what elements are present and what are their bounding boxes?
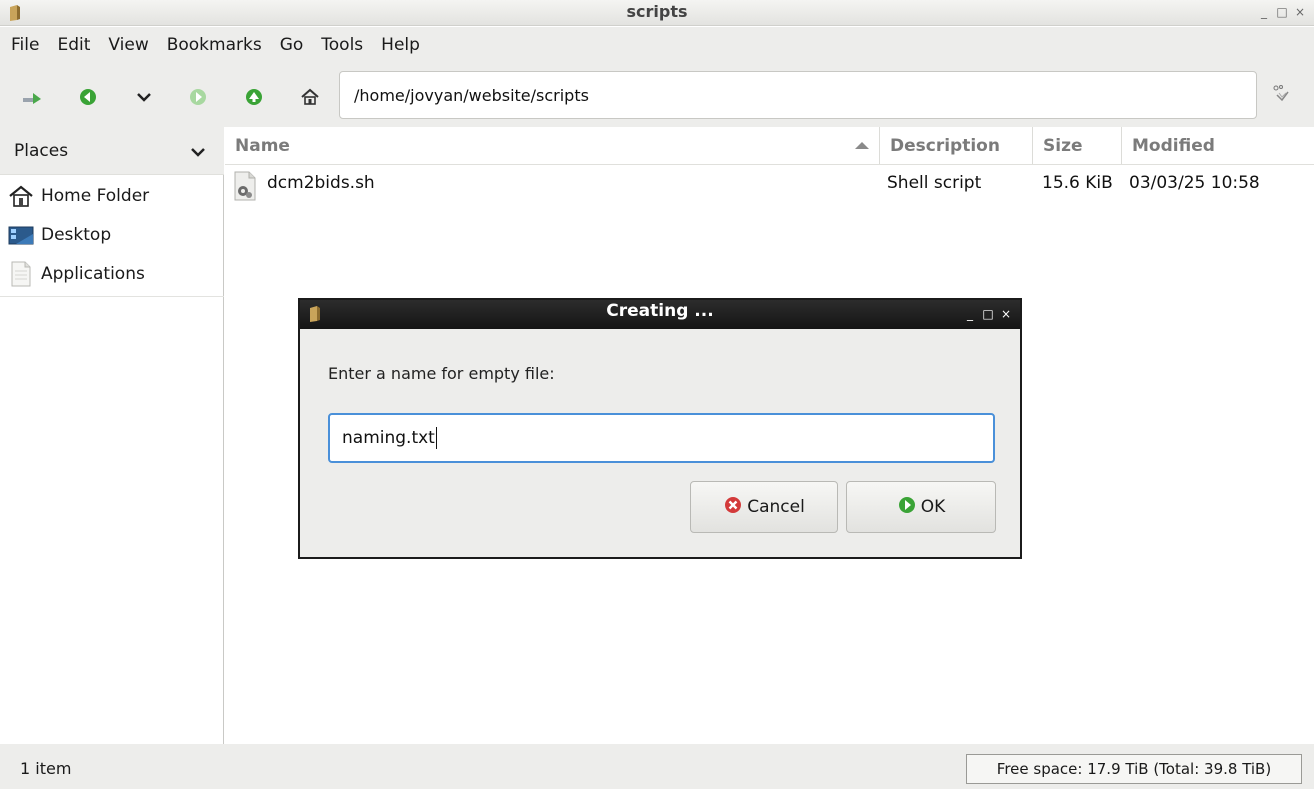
new-tab-icon[interactable] bbox=[20, 85, 44, 109]
create-file-dialog: Creating ... _ □ × Enter a name for empt… bbox=[298, 298, 1022, 559]
menu-tools[interactable]: Tools bbox=[315, 35, 369, 55]
window-titlebar: scripts _ □ × bbox=[0, 0, 1314, 26]
column-header-description[interactable]: Description bbox=[880, 127, 1033, 165]
places-header[interactable]: Places bbox=[0, 127, 224, 175]
file-name: dcm2bids.sh bbox=[267, 173, 375, 193]
sidebar-item-applications[interactable]: Applications bbox=[0, 255, 224, 293]
file-size: 15.6 KiB bbox=[1042, 173, 1113, 193]
filename-input[interactable]: naming.txt bbox=[328, 413, 995, 463]
back-icon[interactable] bbox=[76, 85, 100, 109]
menu-file[interactable]: File bbox=[5, 35, 45, 55]
cancel-button[interactable]: Cancel bbox=[690, 481, 838, 533]
maximize-button[interactable]: □ bbox=[1276, 4, 1288, 20]
chevron-down-icon[interactable] bbox=[190, 143, 206, 163]
places-label: Places bbox=[14, 141, 69, 161]
places-sidebar: Places Home Folder Desktop Applications bbox=[0, 127, 224, 744]
cancel-icon bbox=[723, 495, 743, 520]
column-header-size[interactable]: Size bbox=[1033, 127, 1122, 165]
sort-ascending-icon bbox=[855, 142, 869, 149]
sidebar-item-label: Desktop bbox=[41, 225, 112, 245]
history-chevron-down-icon[interactable] bbox=[132, 85, 156, 109]
column-header-modified[interactable]: Modified bbox=[1122, 127, 1314, 165]
forward-icon[interactable] bbox=[186, 85, 210, 109]
column-header-label: Size bbox=[1043, 136, 1083, 156]
dialog-title: Creating ... bbox=[606, 301, 714, 321]
ok-icon bbox=[897, 495, 917, 520]
sidebar-item-home-folder[interactable]: Home Folder bbox=[0, 177, 224, 215]
close-button[interactable]: × bbox=[1294, 4, 1306, 20]
dialog-close-button[interactable]: × bbox=[1000, 306, 1012, 322]
menu-view[interactable]: View bbox=[102, 35, 154, 55]
path-bar-input[interactable]: /home/jovyan/website/scripts bbox=[339, 71, 1257, 119]
sidebar-item-label: Applications bbox=[41, 264, 145, 284]
sidebar-item-desktop[interactable]: Desktop bbox=[0, 216, 224, 254]
toolbar: /home/jovyan/website/scripts bbox=[0, 63, 1314, 127]
home-icon bbox=[8, 183, 34, 209]
status-bar: 1 item Free space: 17.9 TiB (Total: 39.8… bbox=[0, 744, 1314, 789]
dialog-maximize-button[interactable]: □ bbox=[982, 306, 994, 322]
ok-button[interactable]: OK bbox=[846, 481, 996, 533]
text-caret bbox=[435, 427, 437, 449]
column-header-name[interactable]: Name bbox=[225, 127, 880, 165]
column-header-label: Modified bbox=[1132, 136, 1215, 156]
cancel-label: Cancel bbox=[747, 497, 805, 517]
home-icon[interactable] bbox=[298, 85, 322, 109]
shell-script-icon bbox=[233, 170, 257, 207]
menu-go[interactable]: Go bbox=[274, 35, 310, 55]
free-space-indicator: Free space: 17.9 TiB (Total: 39.8 TiB) bbox=[966, 754, 1302, 784]
menu-edit[interactable]: Edit bbox=[51, 35, 96, 55]
dialog-prompt: Enter a name for empty file: bbox=[328, 364, 555, 383]
header-divider bbox=[225, 164, 1314, 165]
menu-bookmarks[interactable]: Bookmarks bbox=[161, 35, 268, 55]
file-modified: 03/03/25 10:58 bbox=[1129, 173, 1260, 193]
up-folder-icon[interactable] bbox=[242, 85, 266, 109]
applications-icon bbox=[8, 261, 34, 287]
go-to-path-icon[interactable] bbox=[1270, 83, 1294, 107]
window-title: scripts bbox=[626, 2, 688, 21]
file-description: Shell script bbox=[887, 173, 982, 193]
column-header-label: Name bbox=[235, 136, 290, 156]
item-count: 1 item bbox=[20, 759, 72, 778]
column-header-label: Description bbox=[890, 136, 1000, 156]
menu-help[interactable]: Help bbox=[375, 35, 426, 55]
table-row[interactable]: dcm2bids.sh Shell script 15.6 KiB 03/03/… bbox=[225, 169, 1314, 203]
menu-bar: File Edit View Bookmarks Go Tools Help bbox=[0, 27, 1314, 63]
sidebar-item-label: Home Folder bbox=[41, 186, 150, 206]
sidebar-divider bbox=[0, 296, 224, 297]
filename-input-value: naming.txt bbox=[342, 428, 435, 448]
ok-label: OK bbox=[920, 497, 946, 517]
minimize-button[interactable]: _ bbox=[1258, 4, 1270, 20]
dialog-titlebar: Creating ... _ □ × bbox=[300, 300, 1020, 329]
desktop-icon bbox=[8, 222, 34, 248]
dialog-minimize-button[interactable]: _ bbox=[964, 306, 976, 322]
